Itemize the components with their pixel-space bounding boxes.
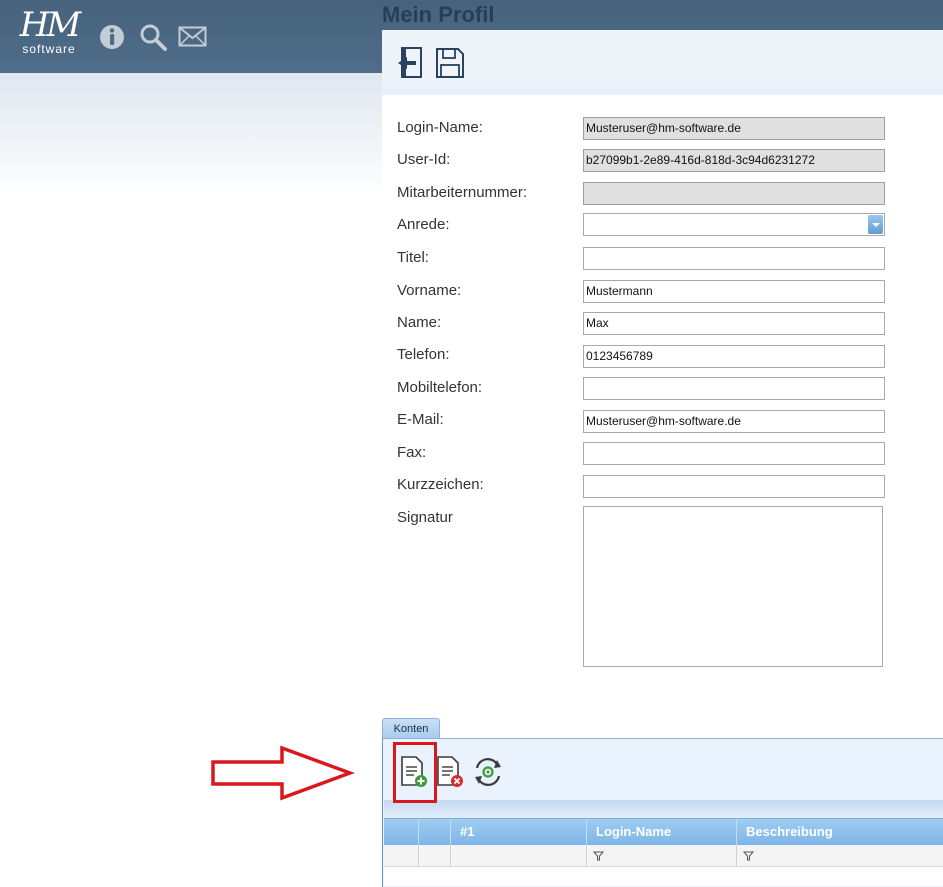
info-icon[interactable] xyxy=(98,22,128,52)
column-header-login-name[interactable]: Login-Name xyxy=(587,819,737,845)
label-mobiltelefon: Mobiltelefon: xyxy=(397,379,483,396)
label-titel: Titel: xyxy=(397,249,429,266)
mail-icon[interactable] xyxy=(178,25,208,55)
label-kurzzeichen: Kurzzeichen: xyxy=(397,476,484,493)
titel-field[interactable] xyxy=(583,247,885,270)
page-title: Mein Profil xyxy=(382,2,495,27)
user-id-field[interactable]: b27099b1-2e89-416d-818d-3c94d6231272 xyxy=(583,149,885,172)
label-mitarbeiternummer: Mitarbeiternummer: xyxy=(397,184,528,201)
konten-grid-body xyxy=(384,867,943,886)
search-icon[interactable] xyxy=(138,22,168,52)
fax-field[interactable] xyxy=(583,442,885,465)
label-login-name: Login-Name: xyxy=(397,119,483,136)
remove-document-icon[interactable] xyxy=(434,754,468,790)
email-field[interactable]: Musteruser@hm-software.de xyxy=(583,410,885,433)
login-name-field[interactable]: Musteruser@hm-software.de xyxy=(583,117,885,140)
vorname-field[interactable]: Mustermann xyxy=(583,280,885,303)
column-header-number[interactable]: #1 xyxy=(451,819,587,845)
red-arrow-annotation xyxy=(211,745,355,801)
label-anrede: Anrede: xyxy=(397,216,450,233)
column-header-select[interactable] xyxy=(384,819,419,845)
label-user-id: User-Id: xyxy=(397,151,451,168)
column-header-expand[interactable] xyxy=(419,819,451,845)
label-name: Name: xyxy=(397,314,442,331)
filter-cell xyxy=(384,845,419,866)
back-icon[interactable] xyxy=(396,46,426,80)
mobiltelefon-field[interactable] xyxy=(583,377,885,400)
hm-software-logo[interactable]: HM software xyxy=(18,5,81,62)
signatur-textarea[interactable] xyxy=(583,506,883,667)
konten-grid-header: #1 Login-Name Beschreibung xyxy=(384,818,943,845)
konten-toolbar-divider xyxy=(384,800,943,818)
logo-subtitle: software xyxy=(22,42,76,56)
left-panel-background xyxy=(0,73,382,213)
add-button-highlight xyxy=(393,742,437,803)
anrede-select[interactable] xyxy=(583,213,885,236)
profile-toolbar xyxy=(382,30,943,95)
filter-cell xyxy=(587,845,737,866)
logo-mark: HM xyxy=(19,5,81,45)
filter-icon[interactable] xyxy=(593,851,604,861)
tab-konten[interactable]: Konten xyxy=(382,718,440,739)
column-header-beschreibung[interactable]: Beschreibung xyxy=(737,819,943,845)
save-icon[interactable] xyxy=(435,46,465,80)
konten-grid-filter-row xyxy=(384,845,943,867)
mitarbeiternummer-field[interactable] xyxy=(583,182,885,205)
telefon-field[interactable]: 0123456789 xyxy=(583,345,885,368)
label-vorname: Vorname: xyxy=(397,282,462,299)
filter-cell xyxy=(419,845,451,866)
name-field[interactable]: Max xyxy=(583,312,885,335)
label-signatur: Signatur xyxy=(397,509,453,526)
filter-cell xyxy=(737,845,943,866)
kurzzeichen-field[interactable] xyxy=(583,475,885,498)
filter-cell xyxy=(451,845,587,866)
label-telefon: Telefon: xyxy=(397,346,450,363)
refresh-icon[interactable] xyxy=(471,754,505,790)
chevron-down-icon[interactable] xyxy=(868,215,883,234)
label-fax: Fax: xyxy=(397,444,427,461)
filter-icon[interactable] xyxy=(743,851,754,861)
label-email: E-Mail: xyxy=(397,411,444,428)
